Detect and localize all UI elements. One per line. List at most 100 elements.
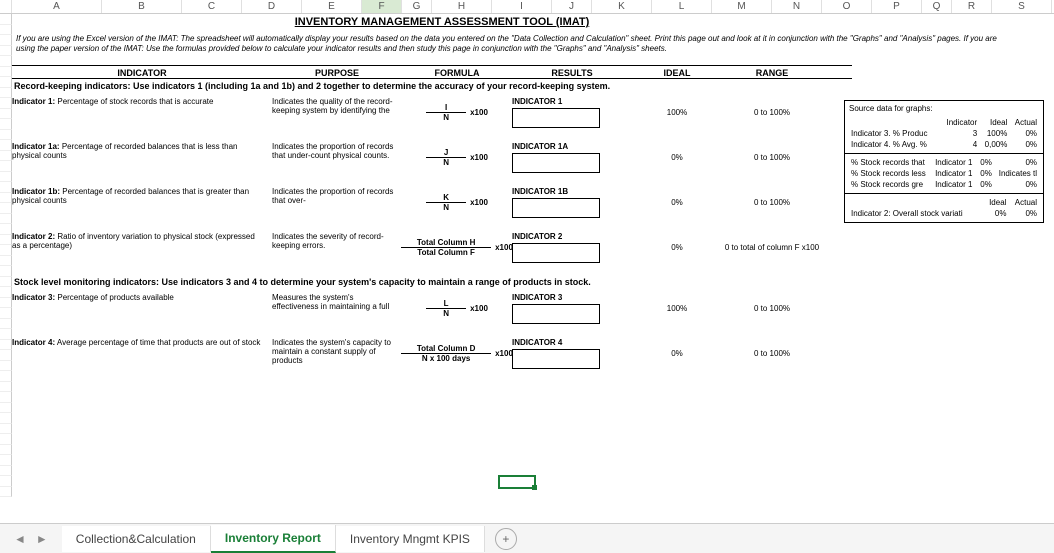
row-header[interactable] bbox=[0, 445, 12, 456]
row-header[interactable] bbox=[0, 424, 12, 435]
row-header[interactable] bbox=[0, 172, 12, 183]
row-header[interactable] bbox=[0, 371, 12, 382]
col-Q[interactable]: Q bbox=[922, 0, 952, 13]
row-header[interactable] bbox=[0, 203, 12, 214]
hdr-purpose: PURPOSE bbox=[272, 66, 402, 78]
row-header[interactable] bbox=[0, 487, 12, 498]
hdr-ideal: IDEAL bbox=[632, 66, 722, 78]
ind2-label: Indicator 2: bbox=[12, 232, 55, 241]
row-header[interactable] bbox=[0, 193, 12, 204]
tab-nav-arrows[interactable]: ◄ ► bbox=[0, 532, 62, 546]
row-header[interactable] bbox=[0, 266, 12, 277]
col-I[interactable]: I bbox=[492, 0, 552, 13]
row-header[interactable] bbox=[0, 46, 12, 57]
tab-inventory-mngmt-kpis[interactable]: Inventory Mngmt KPIS bbox=[336, 526, 485, 552]
col-D[interactable]: D bbox=[242, 0, 302, 13]
row-header[interactable] bbox=[0, 392, 12, 403]
col-A[interactable]: A bbox=[12, 0, 102, 13]
ind4-mult: x100 bbox=[495, 349, 513, 358]
row-header[interactable] bbox=[0, 287, 12, 298]
col-M[interactable]: M bbox=[712, 0, 772, 13]
ind1a-den: N bbox=[426, 158, 466, 167]
row-header[interactable] bbox=[0, 434, 12, 445]
col-E[interactable]: E bbox=[302, 0, 362, 13]
row-header[interactable] bbox=[0, 245, 12, 256]
side-r5d: 0% bbox=[994, 179, 1039, 190]
col-K[interactable]: K bbox=[592, 0, 652, 13]
row-header[interactable] bbox=[0, 56, 12, 67]
sheet-tabs: ◄ ► Collection&Calculation Inventory Rep… bbox=[0, 523, 1054, 553]
row-header[interactable] bbox=[0, 25, 12, 36]
row-header[interactable] bbox=[0, 361, 12, 372]
row-header[interactable] bbox=[0, 466, 12, 477]
col-N[interactable]: N bbox=[772, 0, 822, 13]
col-P[interactable]: P bbox=[872, 0, 922, 13]
row-header[interactable] bbox=[0, 382, 12, 393]
ind1a-result-box[interactable] bbox=[512, 153, 600, 173]
row-header[interactable] bbox=[0, 14, 12, 25]
row-header[interactable] bbox=[0, 151, 12, 162]
col-H[interactable]: H bbox=[432, 0, 492, 13]
ind2-result-box[interactable] bbox=[512, 243, 600, 263]
row-header[interactable] bbox=[0, 182, 12, 193]
row-header[interactable] bbox=[0, 35, 12, 46]
indicator-1a-row: Indicator 1a: Percentage of recorded bal… bbox=[12, 142, 852, 173]
col-L[interactable]: L bbox=[652, 0, 712, 13]
row-header[interactable] bbox=[0, 130, 12, 141]
indicator-3-row: Indicator 3: Percentage of products avai… bbox=[12, 293, 852, 324]
side-r6h-actual: Actual bbox=[1008, 197, 1039, 208]
col-C[interactable]: C bbox=[182, 0, 242, 13]
row-header[interactable] bbox=[0, 214, 12, 225]
ind4-range: 0 to 100% bbox=[722, 338, 822, 369]
row-header[interactable] bbox=[0, 77, 12, 88]
ind1-range: 0 to 100% bbox=[722, 97, 822, 128]
row-header[interactable] bbox=[0, 455, 12, 466]
ind1b-result-box[interactable] bbox=[512, 198, 600, 218]
col-O[interactable]: O bbox=[822, 0, 872, 13]
row-header[interactable] bbox=[0, 340, 12, 351]
row-header[interactable] bbox=[0, 161, 12, 172]
ind4-result-label: INDICATOR 4 bbox=[512, 338, 632, 347]
row-header[interactable] bbox=[0, 350, 12, 361]
row-header[interactable] bbox=[0, 67, 12, 78]
row-header[interactable] bbox=[0, 224, 12, 235]
row-header[interactable] bbox=[0, 109, 12, 120]
add-sheet-button[interactable]: + bbox=[495, 528, 517, 550]
col-B[interactable]: B bbox=[102, 0, 182, 13]
row-header[interactable] bbox=[0, 308, 12, 319]
col-G[interactable]: G bbox=[402, 0, 432, 13]
ind1-den: N bbox=[426, 113, 466, 122]
source-data-box: Source data for graphs: IndicatorIdealAc… bbox=[844, 100, 1044, 223]
ind1-result-box[interactable] bbox=[512, 108, 600, 128]
row-header[interactable] bbox=[0, 88, 12, 99]
tab-inventory-report[interactable]: Inventory Report bbox=[211, 525, 336, 553]
row-header[interactable] bbox=[0, 319, 12, 330]
row-header[interactable] bbox=[0, 140, 12, 151]
row-header[interactable] bbox=[0, 119, 12, 130]
tab-collection-calculation[interactable]: Collection&Calculation bbox=[62, 526, 211, 552]
ind1a-mult: x100 bbox=[470, 153, 488, 162]
row-header[interactable] bbox=[0, 403, 12, 414]
ind1b-ideal: 0% bbox=[632, 187, 722, 218]
row-header[interactable] bbox=[0, 413, 12, 424]
ind3-text: Percentage of products available bbox=[57, 293, 174, 302]
selected-cell[interactable] bbox=[498, 475, 536, 489]
row-header[interactable] bbox=[0, 329, 12, 340]
col-J[interactable]: J bbox=[552, 0, 592, 13]
row-header[interactable] bbox=[0, 277, 12, 288]
row-headers[interactable] bbox=[0, 14, 12, 497]
col-R[interactable]: R bbox=[952, 0, 992, 13]
row-header[interactable] bbox=[0, 98, 12, 109]
ind3-result-box[interactable] bbox=[512, 304, 600, 324]
col-F[interactable]: F bbox=[362, 0, 402, 13]
tab-next-icon[interactable]: ► bbox=[36, 532, 48, 546]
col-S[interactable]: S bbox=[992, 0, 1052, 13]
tab-prev-icon[interactable]: ◄ bbox=[14, 532, 26, 546]
ind4-result-box[interactable] bbox=[512, 349, 600, 369]
indicator-4-row: Indicator 4: Average percentage of time … bbox=[12, 338, 852, 369]
row-header[interactable] bbox=[0, 476, 12, 487]
row-header[interactable] bbox=[0, 298, 12, 309]
column-headers[interactable]: ABCDEFGHIJKLMNOPQRS bbox=[0, 0, 1054, 14]
row-header[interactable] bbox=[0, 256, 12, 267]
row-header[interactable] bbox=[0, 235, 12, 246]
